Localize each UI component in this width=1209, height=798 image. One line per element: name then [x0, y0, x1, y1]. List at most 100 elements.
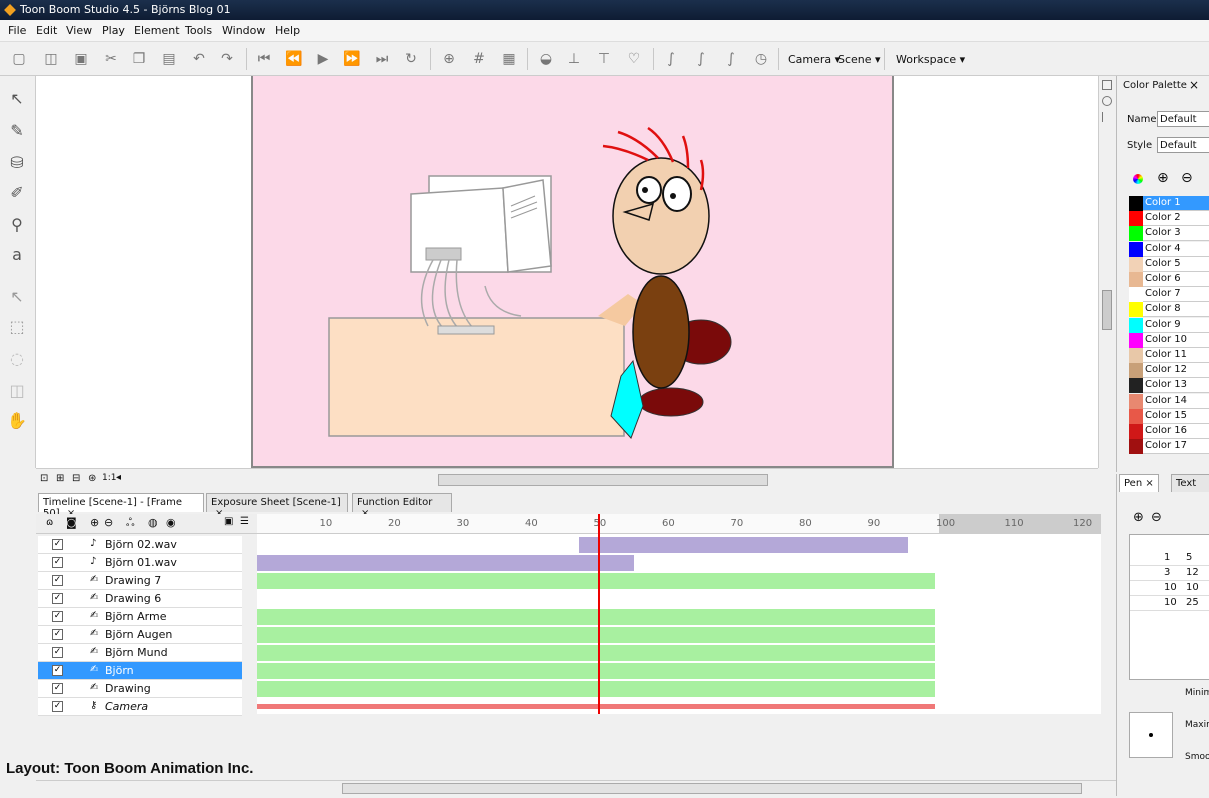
new-file-icon[interactable]: ▢	[10, 50, 28, 68]
undo-icon[interactable]: ↶	[190, 50, 208, 68]
effect-icon[interactable]: ◉	[166, 516, 176, 529]
menu-tools[interactable]: Tools	[185, 24, 212, 37]
layer-track[interactable]	[257, 645, 936, 661]
field-grid-icon[interactable]: ▦	[500, 50, 518, 68]
camera-icon[interactable]	[1102, 96, 1112, 106]
menu-view[interactable]: View	[66, 24, 92, 37]
zoom-in-icon[interactable]: ⊞	[56, 473, 64, 484]
pen-row[interactable]: 15	[1130, 551, 1209, 566]
layer-track[interactable]	[257, 555, 634, 571]
color-swatch[interactable]	[1129, 393, 1143, 409]
horizontal-scrollbar[interactable]	[438, 474, 768, 486]
lock-icon[interactable]: ▣	[224, 516, 233, 527]
pen-row[interactable]: 10 10	[1130, 581, 1209, 596]
playhead[interactable]	[597, 514, 600, 714]
color-swatch-row[interactable]: Color 1	[1129, 196, 1209, 211]
color-swatch[interactable]	[1129, 256, 1143, 272]
frame-ruler[interactable]: 10 20 30 40 50 60 70 80 90 100 110 120	[257, 514, 1101, 534]
actual-size-icon[interactable]: 1:1	[102, 473, 116, 483]
globe-view-icon[interactable]: ⊕	[440, 50, 458, 68]
text-tool-icon[interactable]: a	[6, 244, 28, 266]
layer-row[interactable]: ✓ ✍ Björn Augen	[38, 626, 242, 644]
group-icon[interactable]: ஃ	[126, 516, 135, 531]
frame-grid[interactable]: 10 20 30 40 50 60 70 80 90 100 110 120	[257, 514, 1101, 714]
pen-tool-icon[interactable]: ∫	[662, 50, 680, 68]
layer-menu-icon[interactable]: ☰	[240, 516, 249, 527]
layer-row[interactable]: ✓ ✍ Drawing 6	[38, 590, 242, 608]
close-icon[interactable]: ×	[1145, 478, 1153, 489]
color-swatch[interactable]	[1129, 287, 1143, 303]
layer-visible-checkbox[interactable]: ✓	[52, 701, 63, 712]
paste-icon[interactable]: ▤	[160, 50, 178, 68]
transform-tool-icon[interactable]: ↖	[6, 286, 28, 308]
pen-row[interactable]: 10 25	[1130, 596, 1209, 611]
workspace-dropdown[interactable]: Workspace ▾	[896, 53, 965, 66]
hand-tool-icon[interactable]: ✋	[6, 410, 28, 432]
color-swatch[interactable]	[1129, 363, 1143, 379]
menu-window[interactable]: Window	[222, 24, 265, 37]
onion-icon[interactable]: ɷ	[46, 517, 53, 528]
top-view-icon[interactable]: ⊤	[595, 50, 613, 68]
color-swatch-row[interactable]: Color 3	[1129, 226, 1209, 242]
layer-visible-checkbox[interactable]: ✓	[52, 593, 63, 604]
layer-row[interactable]: ✓ ✍ Björn Mund	[38, 644, 242, 662]
camera-frame[interactable]	[251, 76, 894, 468]
menu-play[interactable]: Play	[102, 24, 125, 37]
layer-row[interactable]: ✓ ⚷ Camera	[38, 698, 242, 716]
cut-icon[interactable]: ✂	[102, 50, 120, 68]
menu-edit[interactable]: Edit	[36, 24, 57, 37]
layer-track[interactable]	[257, 663, 936, 679]
tab-text[interactable]: Text	[1171, 474, 1209, 492]
color-swatch-row[interactable]: Color 14	[1129, 393, 1209, 409]
layer-track[interactable]	[257, 681, 936, 697]
skew-tool-icon[interactable]: ◌	[6, 348, 28, 370]
rotate-tool-icon[interactable]: ⬚	[6, 316, 28, 338]
tab-pen[interactable]: Pen ×	[1119, 474, 1159, 492]
vertical-scrollbar[interactable]	[1102, 290, 1112, 330]
zoom-out-icon[interactable]: ⊟	[72, 473, 80, 484]
color-swatch[interactable]	[1129, 408, 1143, 424]
color-swatch-row[interactable]: Color 9	[1129, 317, 1209, 333]
copy-icon[interactable]: ❐	[130, 50, 148, 68]
redo-icon[interactable]: ↷	[218, 50, 236, 68]
color-swatch[interactable]	[1129, 439, 1143, 455]
color-swatch[interactable]	[1129, 302, 1143, 318]
color-swatch[interactable]	[1129, 241, 1143, 257]
color-swatch-row[interactable]: Color 11	[1129, 348, 1209, 363]
save-icon[interactable]: ▣	[72, 50, 90, 68]
palette-style-field[interactable]: Default	[1157, 137, 1209, 153]
layer-tracks[interactable]	[257, 536, 1101, 716]
last-frame-icon[interactable]: ⏭	[373, 50, 391, 68]
color-swatch-row[interactable]: Color 10	[1129, 332, 1209, 348]
layer-visible-checkbox[interactable]: ✓	[52, 575, 63, 586]
timer-icon[interactable]: ◷	[752, 50, 770, 68]
onion-skin-icon[interactable]: ∫	[692, 50, 710, 68]
color-swatch[interactable]	[1129, 348, 1143, 363]
add-layer-icon[interactable]: ⊕	[90, 516, 99, 529]
layer-row[interactable]: ✓ ♪ Björn 01.wav	[38, 554, 242, 572]
select-tool-icon[interactable]: ↖	[6, 88, 28, 110]
chevron-left-icon[interactable]: ◂	[116, 472, 121, 483]
add-pen-icon[interactable]: ⊕	[1133, 510, 1144, 525]
pen-list[interactable]: 1 5 3 12 10 10 10 25	[1129, 534, 1209, 680]
grid-icon[interactable]: #	[470, 50, 488, 68]
layer-row[interactable]: ✓ ✍ Björn Arme	[38, 608, 242, 626]
peg-icon[interactable]: ◍	[148, 516, 158, 529]
layer-row[interactable]: ✓ ♪ Björn 02.wav	[38, 536, 242, 554]
pen-row[interactable]: 3 12	[1130, 566, 1209, 581]
play-icon[interactable]: ▶	[314, 50, 332, 68]
grid-icon[interactable]	[1102, 80, 1112, 90]
record-icon[interactable]: ◙	[66, 516, 77, 529]
layer-track[interactable]	[257, 627, 936, 643]
camera-dropdown[interactable]: Camera ▾	[788, 53, 840, 66]
color-swatch-row[interactable]: Color 15	[1129, 408, 1209, 424]
layer-row[interactable]: ✓ ✍ Drawing	[38, 680, 242, 698]
zoom-tool-icon[interactable]: ⚲	[6, 214, 28, 236]
light-table-icon[interactable]: ♡	[625, 50, 643, 68]
layer-visible-checkbox[interactable]: ✓	[52, 647, 63, 658]
color-swatch-row[interactable]: Color 17	[1129, 439, 1209, 455]
layer-visible-checkbox[interactable]: ✓	[52, 557, 63, 568]
color-swatch[interactable]	[1129, 196, 1143, 211]
layer-track[interactable]	[578, 537, 908, 553]
previous-frame-icon[interactable]: ⏪	[285, 50, 303, 68]
